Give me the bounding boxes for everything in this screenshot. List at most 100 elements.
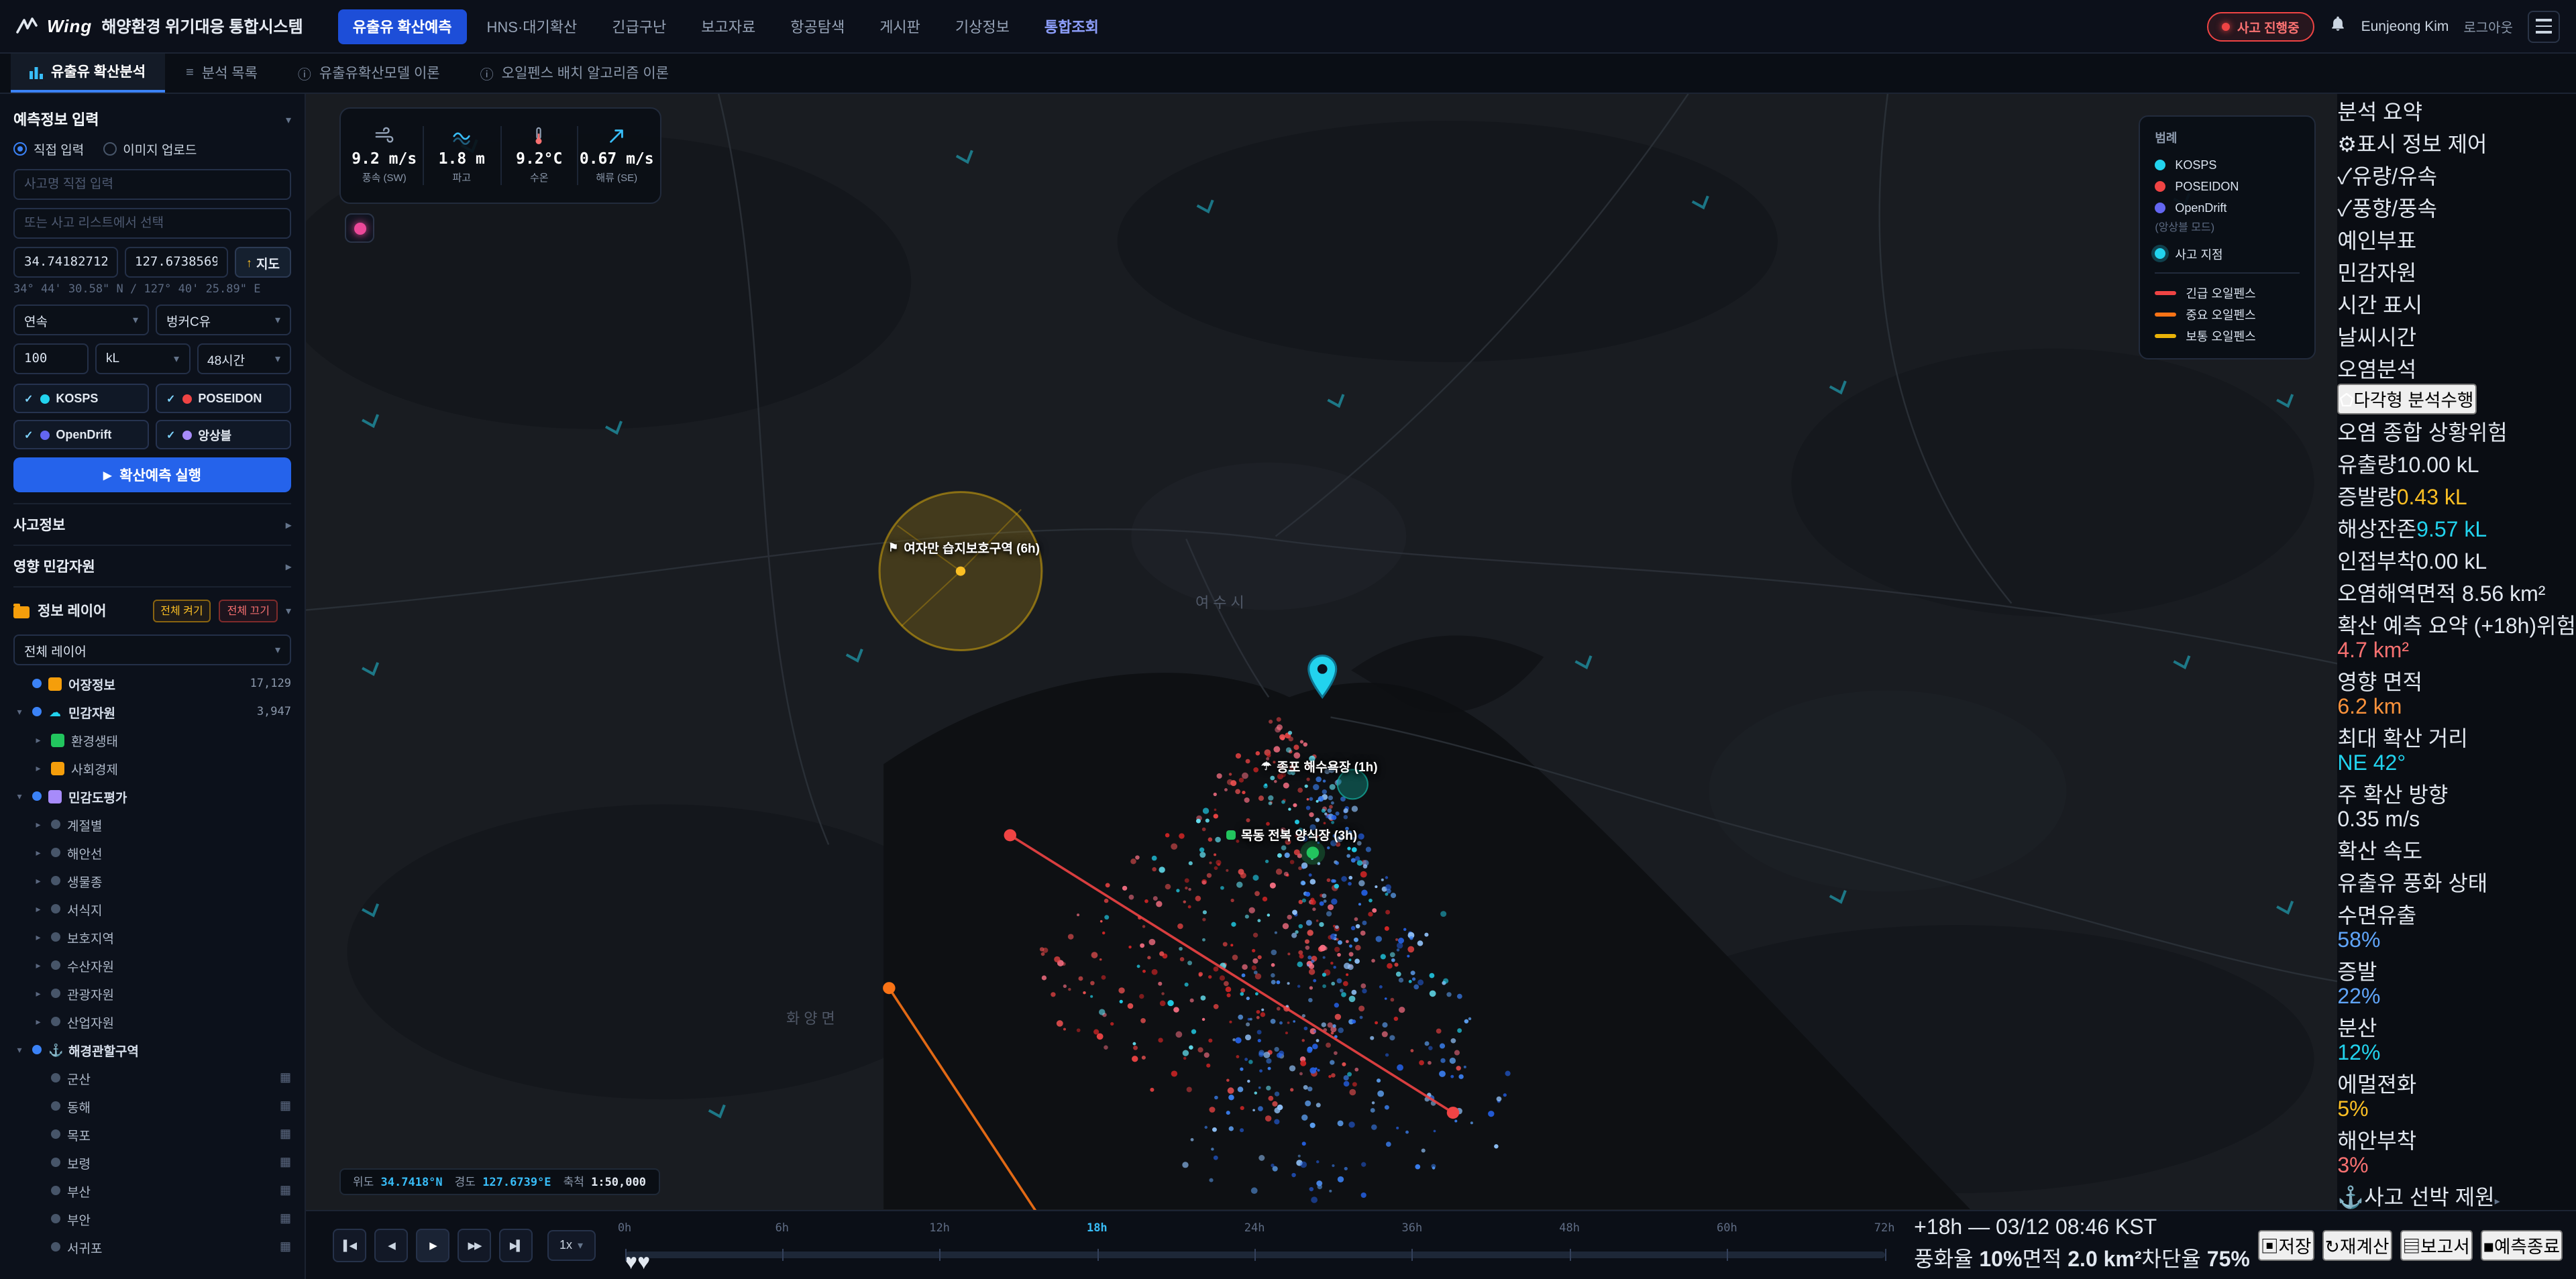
nav-item-0[interactable]: 유출유 확산예측 xyxy=(337,9,467,44)
tab-0[interactable]: 유출유 확산분석 xyxy=(11,54,165,93)
tree-expander-icon[interactable]: ▾ xyxy=(13,706,25,717)
model-chip-앙상블[interactable]: ✓ 앙상블 xyxy=(156,420,291,449)
display-checkbox-2[interactable]: 예인부표 xyxy=(2337,223,2576,255)
model-chip-KOSPS[interactable]: ✓ KOSPS xyxy=(13,384,149,413)
hamburger-menu-icon[interactable] xyxy=(2528,10,2560,42)
time-slider[interactable]: ♥♥ 0h 6h 12h 18h 24h 36h 48h 60h 72h xyxy=(618,1211,1895,1279)
layer-item-민감도평가[interactable]: ▾ 민감도평가 xyxy=(13,782,291,810)
layer-toggle-dot[interactable] xyxy=(51,820,60,829)
tree-expander-icon[interactable]: ▾ xyxy=(13,791,25,801)
layer-toggle-dot[interactable] xyxy=(51,848,60,857)
재계산-button[interactable]: ↻재계산 xyxy=(2322,1229,2392,1260)
layer-toggle-dot[interactable] xyxy=(51,989,60,998)
display-checkbox-0[interactable]: ✓유량/유속 xyxy=(2337,158,2576,190)
layer-toggle-dot[interactable] xyxy=(51,1129,60,1139)
user-name[interactable]: Eunjeong Kim xyxy=(2361,18,2449,34)
nav-item-3[interactable]: 보고자료 xyxy=(686,9,770,44)
nav-item-5[interactable]: 게시판 xyxy=(865,9,935,44)
tree-expander-icon[interactable]: ▸ xyxy=(32,763,44,773)
layer-toggle-dot[interactable] xyxy=(32,1045,42,1054)
fast-forward-button[interactable]: ▶▶ xyxy=(458,1228,491,1262)
display-checkbox-5[interactable]: 날씨시간 xyxy=(2337,319,2576,351)
display-checkbox-1[interactable]: ✓풍향/풍속 xyxy=(2337,190,2576,223)
unit-select[interactable]: kL ▾ xyxy=(95,343,190,374)
layers-all-on-button[interactable]: 전체 켜기 xyxy=(152,600,211,622)
tree-expander-icon[interactable]: ▸ xyxy=(32,932,44,942)
tree-expander-icon[interactable]: ▾ xyxy=(13,1044,25,1055)
polygon-analysis-button[interactable]: 다각형 분석수행 xyxy=(2337,384,2477,414)
duration-select[interactable]: 48시간 ▾ xyxy=(197,343,291,374)
layers-all-off-button[interactable]: 전체 끄기 xyxy=(219,600,278,622)
checkbox-icon[interactable]: ✓ xyxy=(2337,166,2352,189)
impact-resources-section[interactable]: 영향 민감자원 ▸ xyxy=(13,545,291,586)
prediction-input-header[interactable]: 예측정보 입력 ▾ xyxy=(13,105,291,138)
display-checkbox-4[interactable]: 시간 표시 xyxy=(2337,287,2576,319)
nav-item-1[interactable]: HNS·대기확산 xyxy=(472,9,592,44)
tree-expander-icon[interactable]: ▸ xyxy=(32,819,44,830)
notification-bell-icon[interactable] xyxy=(2329,14,2347,38)
grid-button-icon[interactable]: ▦ xyxy=(280,1127,291,1142)
tree-expander-icon[interactable]: ▸ xyxy=(32,988,44,999)
tab-3[interactable]: ⓘ 오일펜스 배치 알고리즘 이론 xyxy=(462,54,688,93)
layer-item-목포[interactable]: 목포 ▦ xyxy=(13,1120,291,1148)
input-mode-radio-0[interactable]: 직접 입력 xyxy=(13,140,84,158)
layer-toggle-dot[interactable] xyxy=(51,1186,60,1195)
layer-item-군산[interactable]: 군산 ▦ xyxy=(13,1064,291,1092)
layer-toggle-dot[interactable] xyxy=(51,932,60,942)
grid-button-icon[interactable]: ▦ xyxy=(280,1183,291,1198)
logout-button[interactable]: 로그아웃 xyxy=(2463,16,2513,36)
layer-toggle-dot[interactable] xyxy=(51,904,60,913)
run-prediction-button[interactable]: ▶ 확산예측 실행 xyxy=(13,457,291,492)
layer-item-부산[interactable]: 부산 ▦ xyxy=(13,1176,291,1205)
oil-type-select[interactable]: 벙커C유 ▾ xyxy=(156,304,291,335)
layer-item-민감자원[interactable]: ▾ ☁ 민감자원 3,947 xyxy=(13,698,291,726)
nav-item-7[interactable]: 통합조회 xyxy=(1030,9,1114,44)
layer-item-계절별[interactable]: ▸ 계절별 xyxy=(13,810,291,838)
layer-item-부안[interactable]: 부안 ▦ xyxy=(13,1205,291,1233)
model-chip-POSEIDON[interactable]: ✓ POSEIDON xyxy=(156,384,291,413)
slider-track[interactable]: ♥♥ xyxy=(625,1248,1886,1274)
layer-item-어장정보[interactable]: 어장정보 17,129 xyxy=(13,669,291,698)
layer-toggle-dot[interactable] xyxy=(32,679,42,688)
analysis-summary-tab[interactable]: 분석 요약 xyxy=(2337,94,2576,126)
model-chip-OpenDrift[interactable]: ✓ OpenDrift xyxy=(13,420,149,449)
layer-toggle-dot[interactable] xyxy=(51,1017,60,1026)
저장-button[interactable]: ▣저장 xyxy=(2257,1229,2314,1260)
skip-end-button[interactable]: ▶▌ xyxy=(499,1228,533,1262)
amount-input[interactable] xyxy=(13,343,89,374)
tree-expander-icon[interactable]: ▸ xyxy=(32,847,44,858)
tree-expander-icon[interactable]: ▸ xyxy=(32,734,44,745)
layer-item-생물종[interactable]: ▸ 생물종 xyxy=(13,867,291,895)
layer-item-보령[interactable]: 보령 ▦ xyxy=(13,1148,291,1176)
layer-toggle-dot[interactable] xyxy=(51,1242,60,1252)
layer-toggle-dot[interactable] xyxy=(51,1073,60,1082)
vessel-spec-section[interactable]: ⚓사고 선박 제원▸ xyxy=(2337,1179,2576,1211)
layer-toggle-dot[interactable] xyxy=(32,791,42,801)
tree-expander-icon[interactable]: ▸ xyxy=(32,903,44,914)
accident-list-input[interactable] xyxy=(13,208,291,239)
map-canvas[interactable] xyxy=(306,94,2338,1209)
grid-button-icon[interactable]: ▦ xyxy=(280,1155,291,1170)
layer-toggle-dot[interactable] xyxy=(51,1101,60,1111)
layer-toggle-dot[interactable] xyxy=(51,1158,60,1167)
latitude-input[interactable] xyxy=(13,247,117,278)
grid-button-icon[interactable]: ▦ xyxy=(280,1099,291,1113)
layer-item-해안선[interactable]: ▸ 해안선 xyxy=(13,838,291,867)
grid-button-icon[interactable]: ▦ xyxy=(280,1211,291,1226)
layer-toggle-dot[interactable] xyxy=(51,876,60,885)
layer-item-수산자원[interactable]: ▸ 수산자원 xyxy=(13,951,291,979)
layer-item-해경관할구역[interactable]: ▾ ⚓ 해경관할구역 xyxy=(13,1036,291,1064)
step-back-button[interactable]: ◀ xyxy=(374,1228,408,1262)
tree-expander-icon[interactable]: ▸ xyxy=(32,1016,44,1027)
display-checkbox-3[interactable]: 민감자원 xyxy=(2337,255,2576,287)
tab-2[interactable]: ⓘ 유출유확산모델 이론 xyxy=(279,54,459,93)
layer-item-서식지[interactable]: ▸ 서식지 xyxy=(13,895,291,923)
layer-toggle-dot[interactable] xyxy=(51,960,60,970)
layer-item-동해[interactable]: 동해 ▦ xyxy=(13,1092,291,1120)
grid-button-icon[interactable]: ▦ xyxy=(280,1239,291,1254)
speed-select[interactable]: 1x ▾ xyxy=(547,1229,596,1260)
accident-info-section[interactable]: 사고정보 ▸ xyxy=(13,503,291,545)
layer-item-보호지역[interactable]: ▸ 보호지역 xyxy=(13,923,291,951)
grid-button-icon[interactable]: ▦ xyxy=(280,1070,291,1085)
nav-item-4[interactable]: 항공탐색 xyxy=(775,9,859,44)
